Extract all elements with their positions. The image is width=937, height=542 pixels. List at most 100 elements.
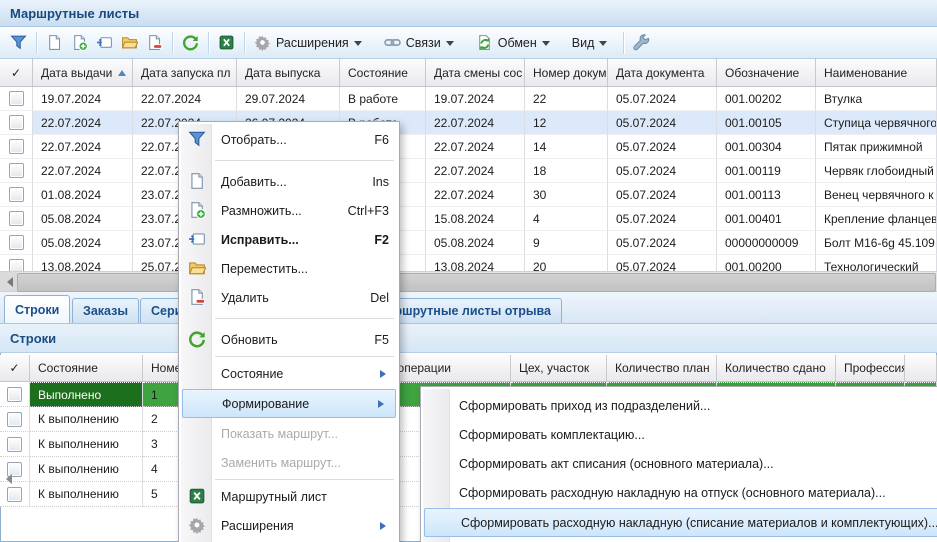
table-row[interactable]: 19.07.202422.07.202429.07.2024В работе19… [0, 87, 937, 111]
extensions-label: Расширения [276, 36, 349, 50]
page-icon [46, 34, 63, 51]
submenu-arrow-icon [380, 522, 390, 530]
menu-item-refresh[interactable]: ОбновитьF5 [181, 325, 397, 354]
menu-item-state[interactable]: Состояние [181, 359, 397, 388]
select-all-header[interactable]: ✓ [0, 355, 30, 382]
table-row[interactable]: 05.08.202423.07.202405.08.2024905.07.202… [0, 231, 937, 255]
menu-item-formation[interactable]: Формирование [182, 389, 396, 418]
column-header[interactable]: Дата смены сос [426, 59, 525, 87]
cell: 15.08.2024 [426, 207, 525, 231]
refresh-icon [182, 34, 199, 51]
scroll-hint-left-icon[interactable] [1, 474, 12, 484]
row-checkbox[interactable] [7, 412, 22, 427]
column-header[interactable] [905, 355, 937, 382]
table-row[interactable]: 01.08.202423.07.202422.07.20243005.07.20… [0, 183, 937, 207]
links-dropdown[interactable]: Связи [380, 31, 458, 55]
submenu-item-writeoff-act[interactable]: Сформировать акт списания (основного мат… [423, 449, 937, 478]
move-button[interactable] [117, 31, 142, 55]
cell: Ступица червячного [816, 111, 937, 135]
scroll-left-button[interactable] [0, 272, 17, 291]
menu-item-delete[interactable]: УдалитьDel [181, 283, 397, 312]
submenu-item-expense-invoice[interactable]: Сформировать расходную накладную (списан… [424, 508, 937, 537]
tab-orders[interactable]: Заказы [72, 298, 139, 323]
cell: Технологический [816, 255, 937, 271]
row-checkbox[interactable] [9, 115, 24, 130]
app-window: Маршрутные листы Расширения Связи Обмен [0, 0, 937, 542]
menu-item-edit[interactable]: Исправить...F2 [181, 225, 397, 254]
column-header[interactable]: Состояние [340, 59, 426, 87]
cell: 00000000009 [717, 231, 816, 255]
column-header[interactable]: Количество сдано [717, 355, 836, 382]
menu-item-filter[interactable]: Отобрать...F6 [181, 125, 397, 154]
clone-button[interactable] [67, 31, 92, 55]
table-row[interactable]: 22.07.202422.07.202426.07.2024В работе22… [0, 111, 937, 135]
cell: 9 [525, 231, 608, 255]
select-all-header[interactable]: ✓ [0, 59, 33, 87]
settings-button[interactable] [629, 31, 654, 55]
cell: Выполнено [30, 382, 143, 407]
column-header[interactable]: Номер докум [525, 59, 608, 87]
table-row[interactable]: 13.08.202425.07.202413.08.20242005.07.20… [0, 255, 937, 271]
add-button[interactable] [42, 31, 67, 55]
table-row[interactable]: 22.07.202422.07.202422.07.20241805.07.20… [0, 159, 937, 183]
cell: В работе [340, 87, 426, 111]
extensions-dropdown[interactable]: Расширения [250, 31, 366, 55]
formation-submenu: Сформировать приход из подразделений... … [420, 386, 937, 542]
cell: 22.07.2024 [426, 183, 525, 207]
table-row[interactable]: 22.07.202422.07.202422.07.20241405.07.20… [0, 135, 937, 159]
excel-button[interactable] [214, 31, 239, 55]
row-checkbox[interactable] [9, 139, 24, 154]
column-header[interactable]: Обозначение [717, 59, 816, 87]
column-header[interactable]: Дата выдачи [33, 59, 133, 87]
menu-item-extensions[interactable]: Расширения [181, 511, 397, 540]
submenu-item-incoming[interactable]: Сформировать приход из подразделений... [423, 391, 937, 420]
row-checkbox[interactable] [7, 387, 22, 402]
cell: 12 [525, 111, 608, 135]
panel-titlebar: Маршрутные листы [0, 0, 937, 27]
cell: 22 [525, 87, 608, 111]
scrollbar-thumb[interactable] [17, 273, 936, 292]
menu-item-add[interactable]: Добавить...Ins [181, 167, 397, 196]
cell: 4 [525, 207, 608, 231]
cell: 001.00200 [717, 255, 816, 271]
column-header[interactable]: Профессия [836, 355, 905, 382]
exchange-dropdown[interactable]: Обмен [472, 31, 554, 55]
column-header[interactable]: Дата документа [608, 59, 717, 87]
toolbar-separator [208, 32, 209, 54]
refresh-button[interactable] [178, 31, 203, 55]
refresh-icon [188, 330, 206, 348]
column-header[interactable]: Дата запуска пл [133, 59, 237, 87]
row-checkbox[interactable] [9, 91, 24, 106]
row-checkbox[interactable] [7, 487, 22, 502]
page-plus-icon [71, 34, 88, 51]
horizontal-scrollbar[interactable] [0, 271, 937, 292]
column-header[interactable]: Цех, участок [511, 355, 607, 382]
tab-strings[interactable]: Строки [4, 295, 70, 323]
menu-item-replace-route: Заменить маршрут... [181, 448, 397, 477]
checkbox-cell [0, 432, 30, 457]
column-header[interactable]: Наименование [816, 59, 937, 87]
row-checkbox[interactable] [9, 259, 24, 271]
row-checkbox[interactable] [9, 187, 24, 202]
column-header[interactable]: Дата выпуска [237, 59, 340, 87]
cell: 22.07.2024 [426, 135, 525, 159]
row-checkbox[interactable] [9, 163, 24, 178]
delete-button[interactable] [142, 31, 167, 55]
filter-button[interactable] [6, 31, 31, 55]
edit-button[interactable] [92, 31, 117, 55]
cell: 22.07.2024 [133, 87, 237, 111]
column-header[interactable]: Состояние [30, 355, 143, 382]
row-checkbox[interactable] [9, 235, 24, 250]
row-checkbox[interactable] [9, 211, 24, 226]
submenu-item-kitting[interactable]: Сформировать комплектацию... [423, 420, 937, 449]
menu-item-move[interactable]: Переместить... [181, 254, 397, 283]
table-row[interactable]: 05.08.202423.07.202415.08.2024405.07.202… [0, 207, 937, 231]
view-label: Вид [572, 36, 595, 50]
row-checkbox[interactable] [7, 437, 22, 452]
cell: 05.08.2024 [426, 231, 525, 255]
menu-item-route-sheet[interactable]: Маршрутный лист [181, 482, 397, 511]
menu-item-clone[interactable]: Размножить...Ctrl+F3 [181, 196, 397, 225]
submenu-item-issue-invoice[interactable]: Сформировать расходную накладную на отпу… [423, 478, 937, 507]
column-header[interactable]: Количество план [607, 355, 717, 382]
view-dropdown[interactable]: Вид [568, 31, 612, 55]
